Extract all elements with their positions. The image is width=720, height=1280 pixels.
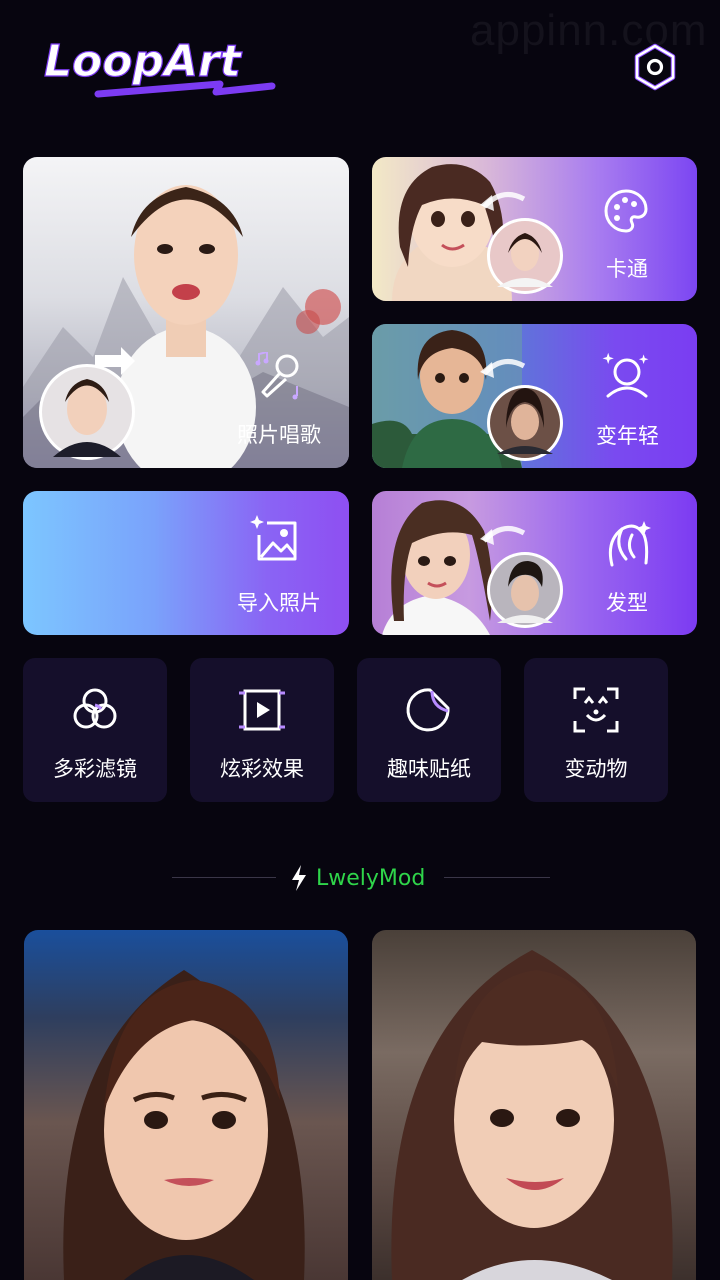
brand-text: LwelyMod xyxy=(316,865,426,891)
tool-color-effect[interactable]: 炫彩效果 xyxy=(190,658,334,802)
cartoon-card[interactable]: 卡通 xyxy=(372,157,697,301)
filter-circles-icon xyxy=(73,688,117,729)
gallery-item[interactable] xyxy=(24,930,348,1280)
tool-label: 变动物 xyxy=(564,757,628,781)
face-sparkle-icon xyxy=(602,352,649,398)
tool-label: 多彩滤镜 xyxy=(53,757,137,781)
younger-label: 变年轻 xyxy=(596,424,659,448)
tool-animal[interactable]: 变动物 xyxy=(524,658,668,802)
hairstyle-card[interactable]: 发型 xyxy=(372,491,697,635)
divider-left xyxy=(172,877,276,878)
microphone-music-icon xyxy=(255,352,299,400)
video-effect-icon xyxy=(239,689,285,731)
lightning-icon xyxy=(292,865,306,891)
hairstyle-label: 发型 xyxy=(606,591,648,615)
hair-icon xyxy=(608,521,651,567)
gallery-item[interactable] xyxy=(372,930,696,1280)
animal-scan-icon xyxy=(573,687,619,733)
tool-label: 趣味贴纸 xyxy=(387,757,471,781)
sticker-icon xyxy=(406,688,450,732)
brand-label: LwelyMod xyxy=(290,862,425,894)
divider-right xyxy=(444,877,550,878)
palette-icon xyxy=(604,189,648,233)
tool-fun-sticker[interactable]: 趣味贴纸 xyxy=(357,658,501,802)
app-name: LoopArt xyxy=(44,36,243,87)
tool-color-filter[interactable]: 多彩滤镜 xyxy=(23,658,167,802)
image-sparkle-icon xyxy=(250,515,297,561)
tool-label: 炫彩效果 xyxy=(220,757,304,781)
photo-sing-card[interactable]: 照片唱歌 xyxy=(23,157,349,468)
hexagon-settings-icon[interactable] xyxy=(631,43,679,91)
import-photo-label: 导入照片 xyxy=(237,591,321,615)
gallery-portrait xyxy=(63,970,305,1280)
cartoon-label: 卡通 xyxy=(606,257,648,281)
younger-card[interactable]: 变年轻 xyxy=(372,324,697,468)
gallery-portrait xyxy=(391,950,673,1280)
app-logo: LoopArt xyxy=(43,35,276,98)
photo-sing-label: 照片唱歌 xyxy=(237,423,321,447)
import-photo-card[interactable]: 导入照片 xyxy=(23,491,349,635)
